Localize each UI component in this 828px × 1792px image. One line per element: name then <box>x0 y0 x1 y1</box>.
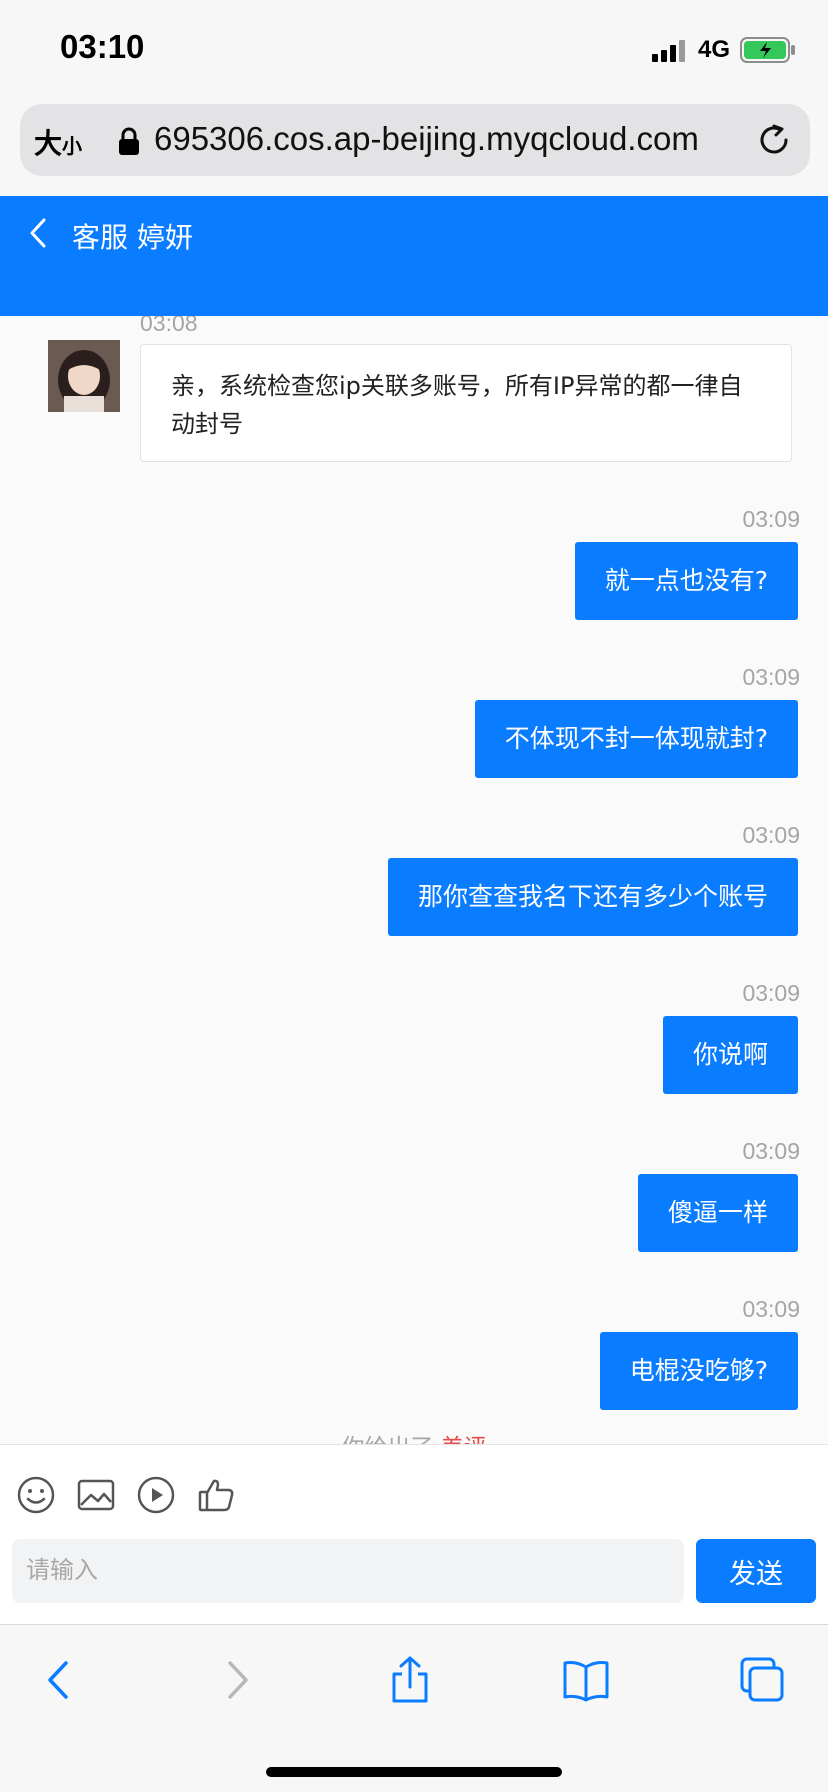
address-bar[interactable]: 大小 695306.cos.ap-beijing.myqcloud.com <box>20 104 810 176</box>
message-input[interactable] <box>12 1539 684 1603</box>
message-list[interactable]: 03:08 亲，系统检查您ip关联多账号，所有IP异常的都一律自动封号 03:0… <box>0 316 828 1444</box>
message-timestamp: 03:09 <box>742 822 800 848</box>
message-timestamp: 03:09 <box>742 980 800 1006</box>
text-size-big-label: 大 <box>34 128 63 159</box>
outgoing-message-bubble: 你说啊 <box>662 1016 798 1094</box>
outgoing-message-bubble: 电棍没吃够? <box>599 1332 798 1410</box>
signal-icon <box>652 40 685 62</box>
message-timestamp: 03:09 <box>742 1138 800 1164</box>
outgoing-message-bubble: 傻逼一样 <box>637 1174 798 1252</box>
battery-icon <box>740 37 795 63</box>
send-button[interactable]: 发送 <box>696 1539 816 1603</box>
browser-toolbar <box>0 1624 828 1792</box>
lock-icon <box>119 127 139 155</box>
avatar-image <box>48 340 120 412</box>
message-timestamp: 03:08 <box>140 316 198 336</box>
url-text[interactable]: 695306.cos.ap-beijing.myqcloud.com <box>154 120 754 160</box>
rating-highlight: 差评 <box>441 1435 487 1444</box>
chat-title: 客服 婷妍 <box>72 221 193 254</box>
chevron-left-icon[interactable] <box>26 216 50 250</box>
bookmarks-icon[interactable] <box>562 1655 610 1705</box>
thumbs-up-icon[interactable] <box>196 1475 236 1515</box>
text-size-small-label: 小 <box>62 136 83 158</box>
outgoing-message-bubble: 就一点也没有? <box>574 542 798 620</box>
text-size-button[interactable]: 大小 <box>34 122 82 162</box>
video-icon[interactable] <box>136 1475 176 1515</box>
home-indicator <box>266 1767 562 1777</box>
reload-icon[interactable] <box>756 122 792 158</box>
outgoing-message-bubble: 那你查查我名下还有多少个账号 <box>387 858 798 936</box>
status-bar: 03:10 4G <box>0 0 828 100</box>
back-arrow-icon[interactable] <box>36 1655 84 1705</box>
image-icon[interactable] <box>76 1475 116 1515</box>
network-type: 4G <box>698 36 731 63</box>
share-icon[interactable] <box>386 1655 434 1705</box>
chat-header: 客服 婷妍 <box>0 196 828 316</box>
outgoing-message-bubble: 不体现不封一体现就封? <box>474 700 798 778</box>
avatar[interactable] <box>48 340 120 412</box>
message-timestamp: 03:09 <box>742 664 800 690</box>
incoming-message-bubble: 亲，系统检查您ip关联多账号，所有IP异常的都一律自动封号 <box>140 344 792 462</box>
rating-notice-text: 你给出了 <box>341 1435 433 1444</box>
message-timestamp: 03:09 <box>742 506 800 532</box>
tabs-icon[interactable] <box>738 1655 786 1705</box>
composer: 发送 <box>0 1444 828 1624</box>
rating-notice: 你给出了 差评 <box>0 1428 828 1444</box>
message-timestamp: 03:09 <box>742 1296 800 1322</box>
emoji-icon[interactable] <box>16 1475 56 1515</box>
forward-arrow-icon[interactable] <box>212 1655 260 1705</box>
status-time: 03:10 <box>60 28 145 65</box>
